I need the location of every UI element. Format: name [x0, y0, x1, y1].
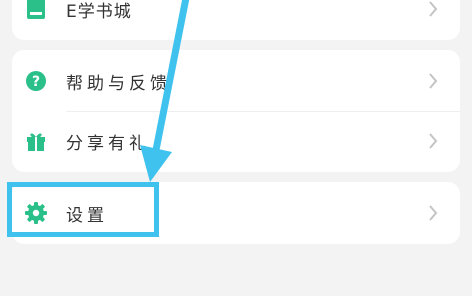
gear-icon — [24, 201, 48, 225]
menu-item-label: E学书城 — [66, 1, 132, 22]
help-icon: ? — [24, 69, 48, 93]
menu-item-share-gift[interactable]: 分享有礼 — [12, 110, 460, 172]
menu-item-label: 设置 — [66, 205, 108, 226]
menu-item-help-feedback[interactable]: ? 帮助与反馈 — [12, 50, 460, 112]
chevron-right-icon — [429, 133, 438, 149]
menu-item-settings[interactable]: 设置 — [12, 182, 460, 244]
gift-icon — [24, 129, 48, 153]
chevron-right-icon — [429, 73, 438, 89]
menu-card-settings: 设置 — [12, 182, 460, 244]
menu-card-help-share: ? 帮助与反馈 分享有礼 — [12, 50, 460, 172]
book-icon — [24, 0, 48, 21]
chevron-right-icon — [429, 205, 438, 221]
menu-item-label: 帮助与反馈 — [66, 73, 171, 94]
svg-text:?: ? — [32, 74, 40, 90]
menu-item-bookstore[interactable]: E学书城 — [12, 0, 460, 40]
menu-item-label: 分享有礼 — [66, 133, 150, 154]
chevron-right-icon — [429, 1, 438, 17]
menu-card-bookstore: E学书城 — [12, 0, 460, 40]
